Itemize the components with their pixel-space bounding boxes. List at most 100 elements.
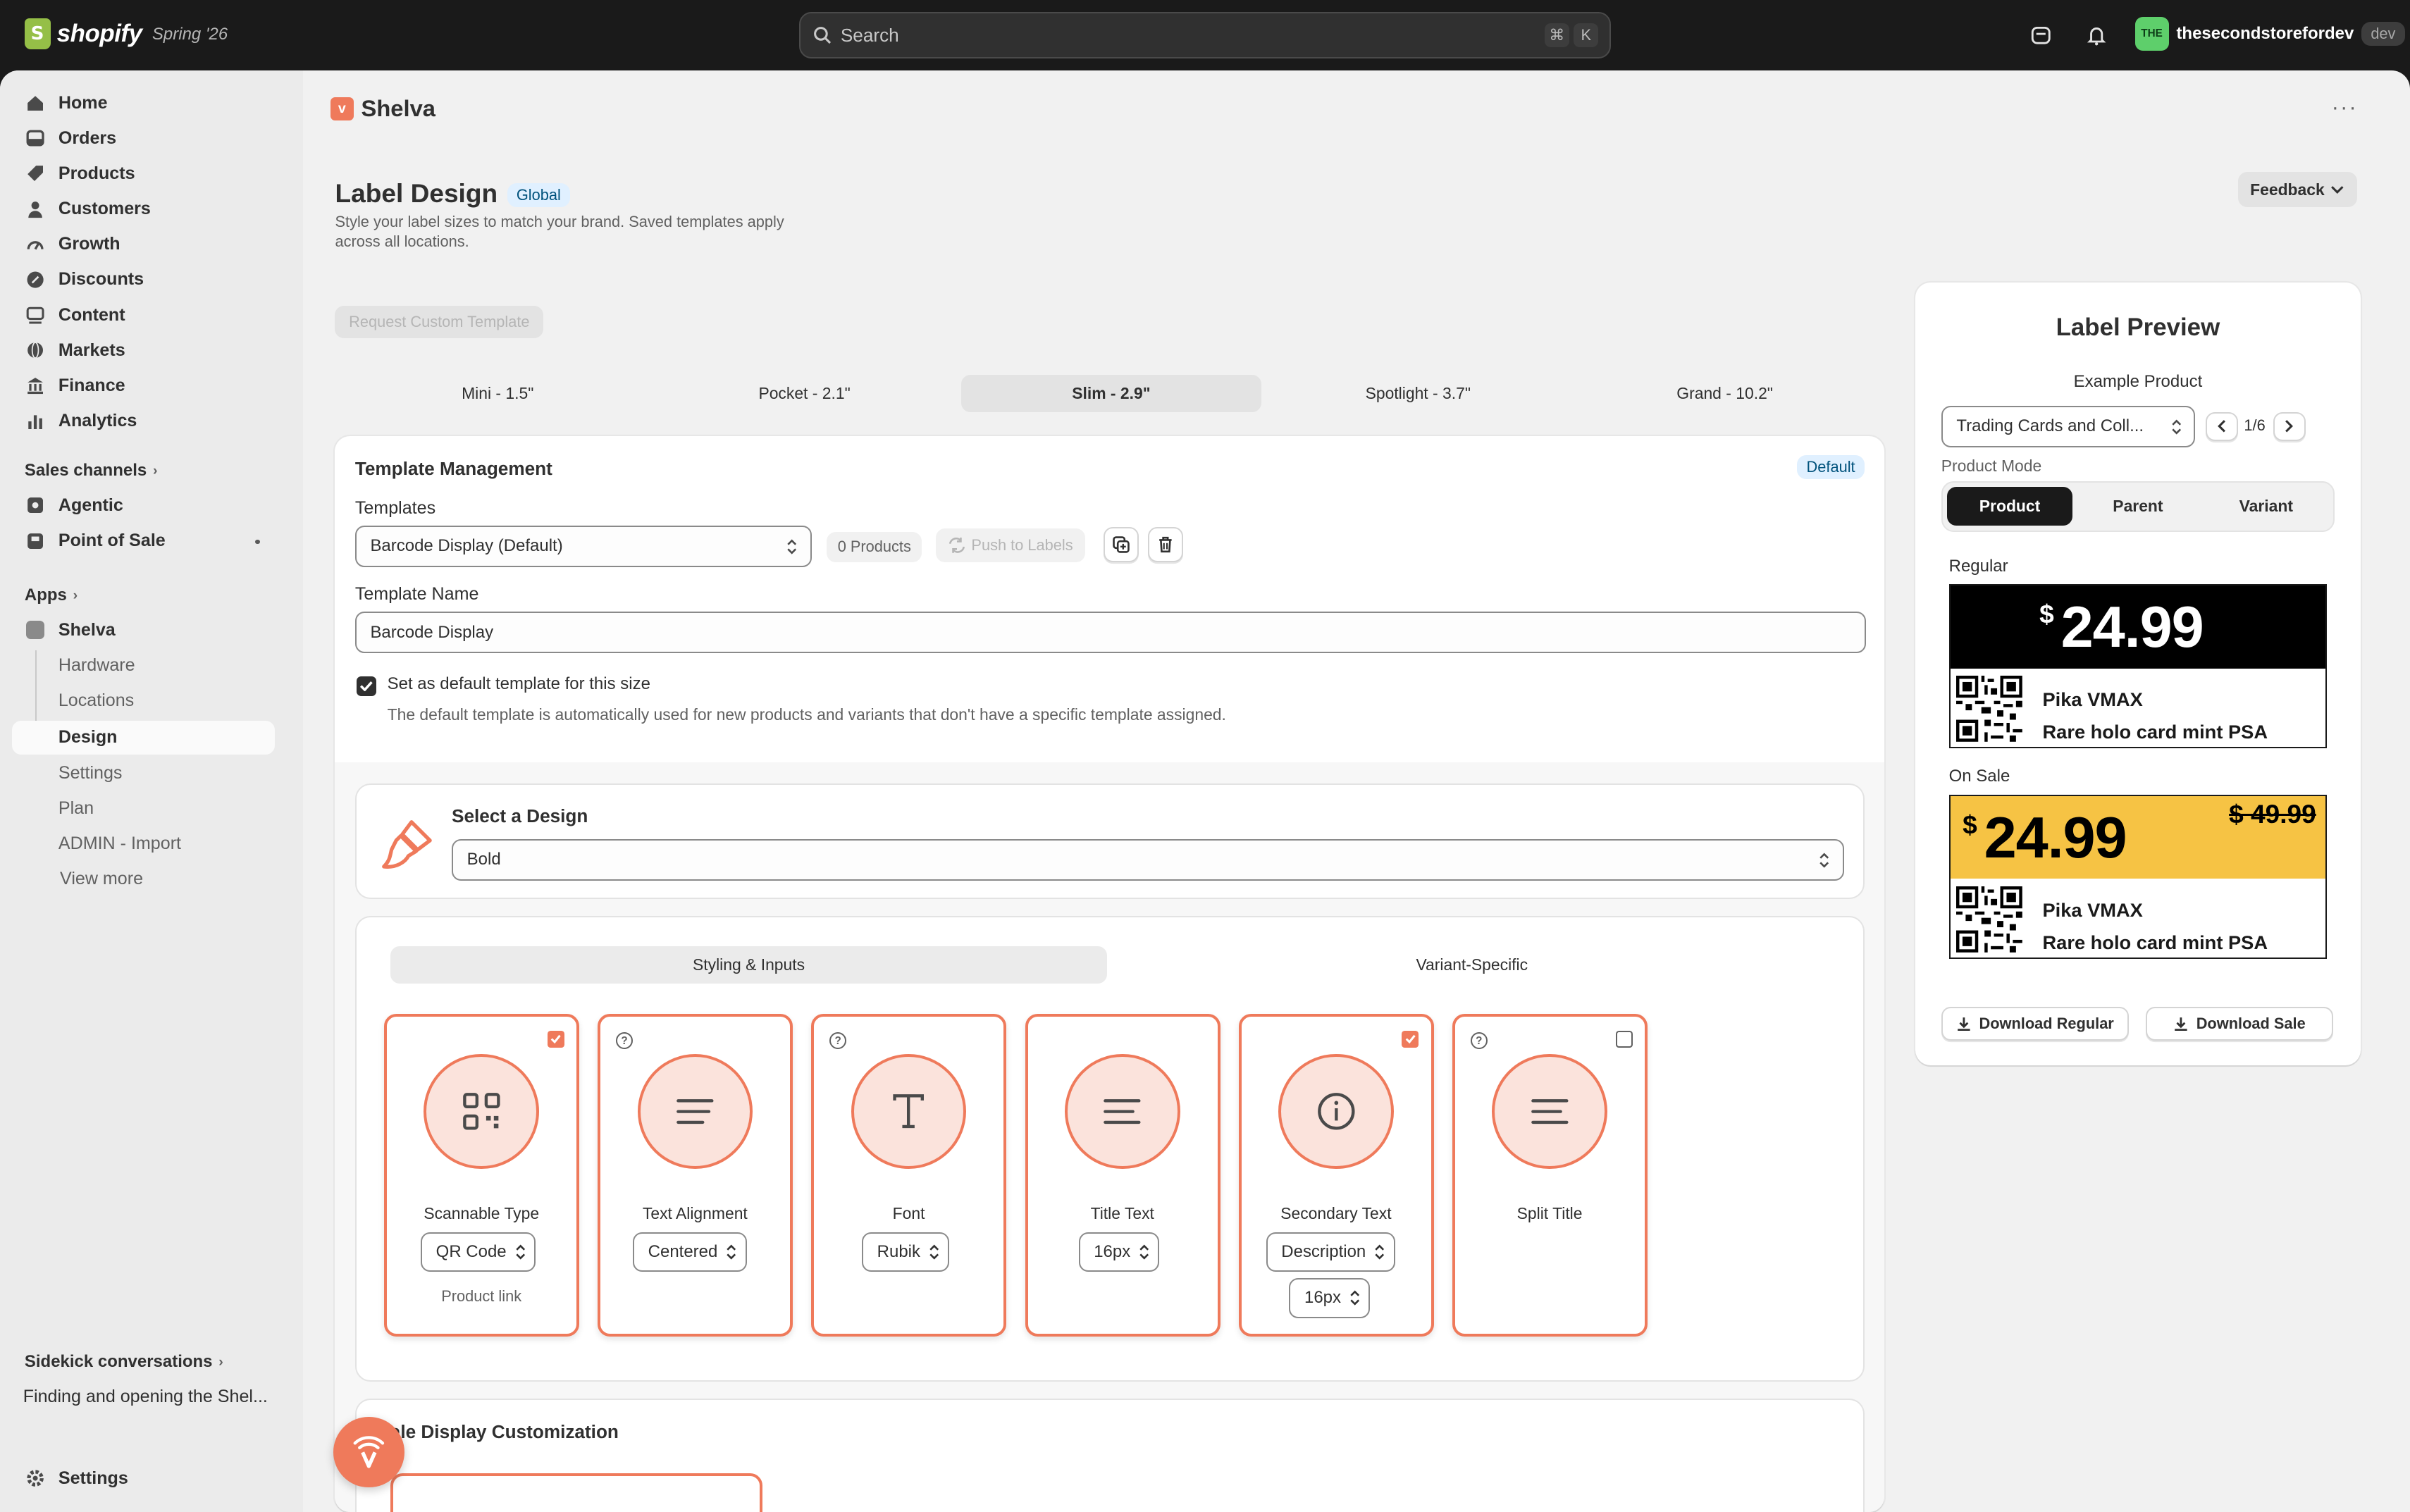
mode-product[interactable]: Product [1947, 487, 2072, 526]
sidebar-item-plan[interactable]: Plan [12, 791, 275, 825]
shelva-app-icon [26, 621, 45, 640]
secondary-text-size-select[interactable]: 16px [1289, 1278, 1371, 1318]
bank-icon [27, 378, 44, 395]
template-name-input[interactable]: Barcode Display [354, 612, 1866, 653]
mode-variant[interactable]: Variant [2204, 487, 2329, 526]
help-icon[interactable]: ? [616, 1032, 634, 1050]
sidebar-item-products[interactable]: Products [12, 156, 275, 190]
sidekick-heading[interactable]: Sidekick conversations › [25, 1352, 223, 1372]
select-arrows-icon [1350, 1290, 1360, 1306]
download-regular-button[interactable]: Download Regular [1941, 1006, 2129, 1041]
search-placeholder: Search [840, 24, 899, 46]
products-count-chip: 0 Products [827, 531, 922, 563]
sidebar-item-orders[interactable]: Orders [12, 121, 275, 155]
sidebar-item-pos[interactable]: Point of Sale [12, 524, 275, 558]
sidebar-item-analytics[interactable]: Analytics [12, 404, 275, 438]
select-arrows-icon [2172, 419, 2181, 435]
mode-parent[interactable]: Parent [2075, 487, 2201, 526]
option-text-alignment[interactable]: ? Text Alignment Centered [598, 1014, 793, 1337]
scannable-type-select[interactable]: QR Code [421, 1232, 536, 1272]
sidebar-item-hardware[interactable]: Hardware [12, 648, 275, 682]
shopify-bag-icon [24, 18, 51, 49]
split-title-checkbox[interactable] [1615, 1030, 1633, 1048]
sidekick-conversation[interactable]: Finding and opening the Shel... [11, 1380, 273, 1414]
template-select[interactable]: Barcode Display (Default) [354, 525, 812, 567]
kbd-cmd: ⌘ [1544, 23, 1569, 48]
request-custom-template-button[interactable]: Request Custom Template [335, 306, 544, 338]
shelva-fab-button[interactable] [333, 1416, 404, 1488]
sidebar-item-admin-settings[interactable]: Settings [12, 1461, 275, 1495]
duplicate-template-button[interactable] [1104, 527, 1139, 563]
secondary-text-checkbox[interactable] [1402, 1030, 1419, 1048]
sidebar-item-agentic[interactable]: Agentic [12, 489, 275, 523]
sidebar-item-design[interactable]: Design [12, 720, 276, 755]
font-select[interactable]: Rubik [862, 1232, 950, 1272]
sidebar-item-home[interactable]: Home [12, 86, 275, 120]
sidebar-item-finance[interactable]: Finance [12, 368, 275, 402]
tab-mini[interactable]: Mini - 1.5" [347, 375, 648, 411]
sale-price-value: 24.99 [1984, 804, 2127, 870]
tab-variant-specific[interactable]: Variant-Specific [1113, 946, 1831, 983]
apps-heading[interactable]: Apps › [25, 585, 78, 605]
tab-spotlight[interactable]: Spotlight - 3.7" [1268, 375, 1569, 411]
size-tabs: Mini - 1.5" Pocket - 2.1" Slim - 2.9" Sp… [347, 375, 1875, 412]
sidebar-item-settings[interactable]: Settings [12, 756, 275, 790]
sale-display-option[interactable] [390, 1473, 762, 1512]
tab-slim[interactable]: Slim - 2.9" [960, 375, 1262, 412]
next-product-button[interactable] [2273, 411, 2306, 441]
default-template-checkbox[interactable] [357, 676, 377, 697]
regular-label: Regular [1948, 556, 2008, 576]
sync-icon [948, 538, 965, 554]
sidebar-view-more[interactable]: View more [12, 862, 275, 896]
qr-code-icon [424, 1053, 539, 1170]
option-secondary-text[interactable]: Secondary Text Description 16px [1238, 1014, 1434, 1337]
tab-grand[interactable]: Grand - 10.2" [1574, 375, 1875, 411]
more-options-icon[interactable]: ··· [2332, 95, 2358, 120]
bell-icon[interactable] [2082, 22, 2110, 49]
product-counter: 1/6 [2244, 416, 2266, 435]
sales-channels-heading[interactable]: Sales channels › [25, 461, 158, 481]
download-sale-button[interactable]: Download Sale [2145, 1006, 2333, 1041]
help-icon[interactable]: ? [829, 1032, 847, 1050]
push-to-labels-button[interactable]: Push to Labels [936, 528, 1086, 563]
search-bar[interactable]: Search ⌘ K [799, 12, 1611, 58]
shopify-logo[interactable]: shopify [24, 18, 142, 49]
price-value: 24.99 [2060, 593, 2204, 659]
feedback-button[interactable]: Feedback [2237, 172, 2357, 208]
sidebar-item-discounts[interactable]: Discounts [12, 263, 275, 297]
delete-template-button[interactable] [1148, 527, 1184, 563]
tab-styling-inputs[interactable]: Styling & Inputs [390, 946, 1108, 984]
scannable-checkbox[interactable] [547, 1030, 564, 1048]
sidebar-item-locations[interactable]: Locations [12, 684, 275, 718]
sidebar-item-label: Orders [58, 128, 117, 148]
regular-label-preview: $ 24.99 Pika VMAX Rare holo card mint PS… [1948, 583, 2328, 749]
store-switcher[interactable]: THE thesecondstorefordev dev [2134, 16, 2405, 51]
sidekick-icon[interactable] [2027, 22, 2055, 49]
option-font[interactable]: ? Font Rubik [811, 1014, 1007, 1337]
sidebar-item-content[interactable]: Content [12, 298, 275, 332]
text-alignment-select[interactable]: Centered [633, 1232, 747, 1272]
example-product-select[interactable]: Trading Cards and Coll... [1941, 405, 2195, 447]
agentic-icon [27, 497, 44, 514]
help-icon[interactable]: ? [1470, 1032, 1488, 1050]
prev-product-button[interactable] [2205, 411, 2238, 441]
title-text-size-select[interactable]: 16px [1078, 1232, 1160, 1272]
option-title: Secondary Text [1280, 1204, 1392, 1223]
edition-label: Spring '26 [152, 24, 228, 44]
design-select[interactable]: Bold [452, 838, 1845, 881]
select-value: 16px [1094, 1242, 1131, 1262]
option-scannable-type[interactable]: Scannable Type QR Code Product link [384, 1014, 580, 1337]
secondary-text-select[interactable]: Description [1266, 1232, 1395, 1272]
search-icon [813, 27, 831, 44]
option-title-text[interactable]: Title Text 16px [1025, 1014, 1221, 1337]
sidebar-item-growth[interactable]: Growth [12, 228, 275, 261]
sidebar-item-admin-import[interactable]: ADMIN - Import [12, 826, 275, 860]
sidebar-item-markets[interactable]: Markets [12, 333, 275, 367]
gauge-icon [27, 240, 44, 250]
info-icon [1278, 1053, 1394, 1170]
option-split-title[interactable]: ? Split Title [1452, 1014, 1648, 1337]
sidebar-item-shelva[interactable]: Shelva [12, 613, 275, 647]
sidebar-item-label: Design [58, 727, 118, 748]
tab-pocket[interactable]: Pocket - 2.1" [654, 375, 955, 411]
sidebar-item-customers[interactable]: Customers [12, 192, 275, 226]
